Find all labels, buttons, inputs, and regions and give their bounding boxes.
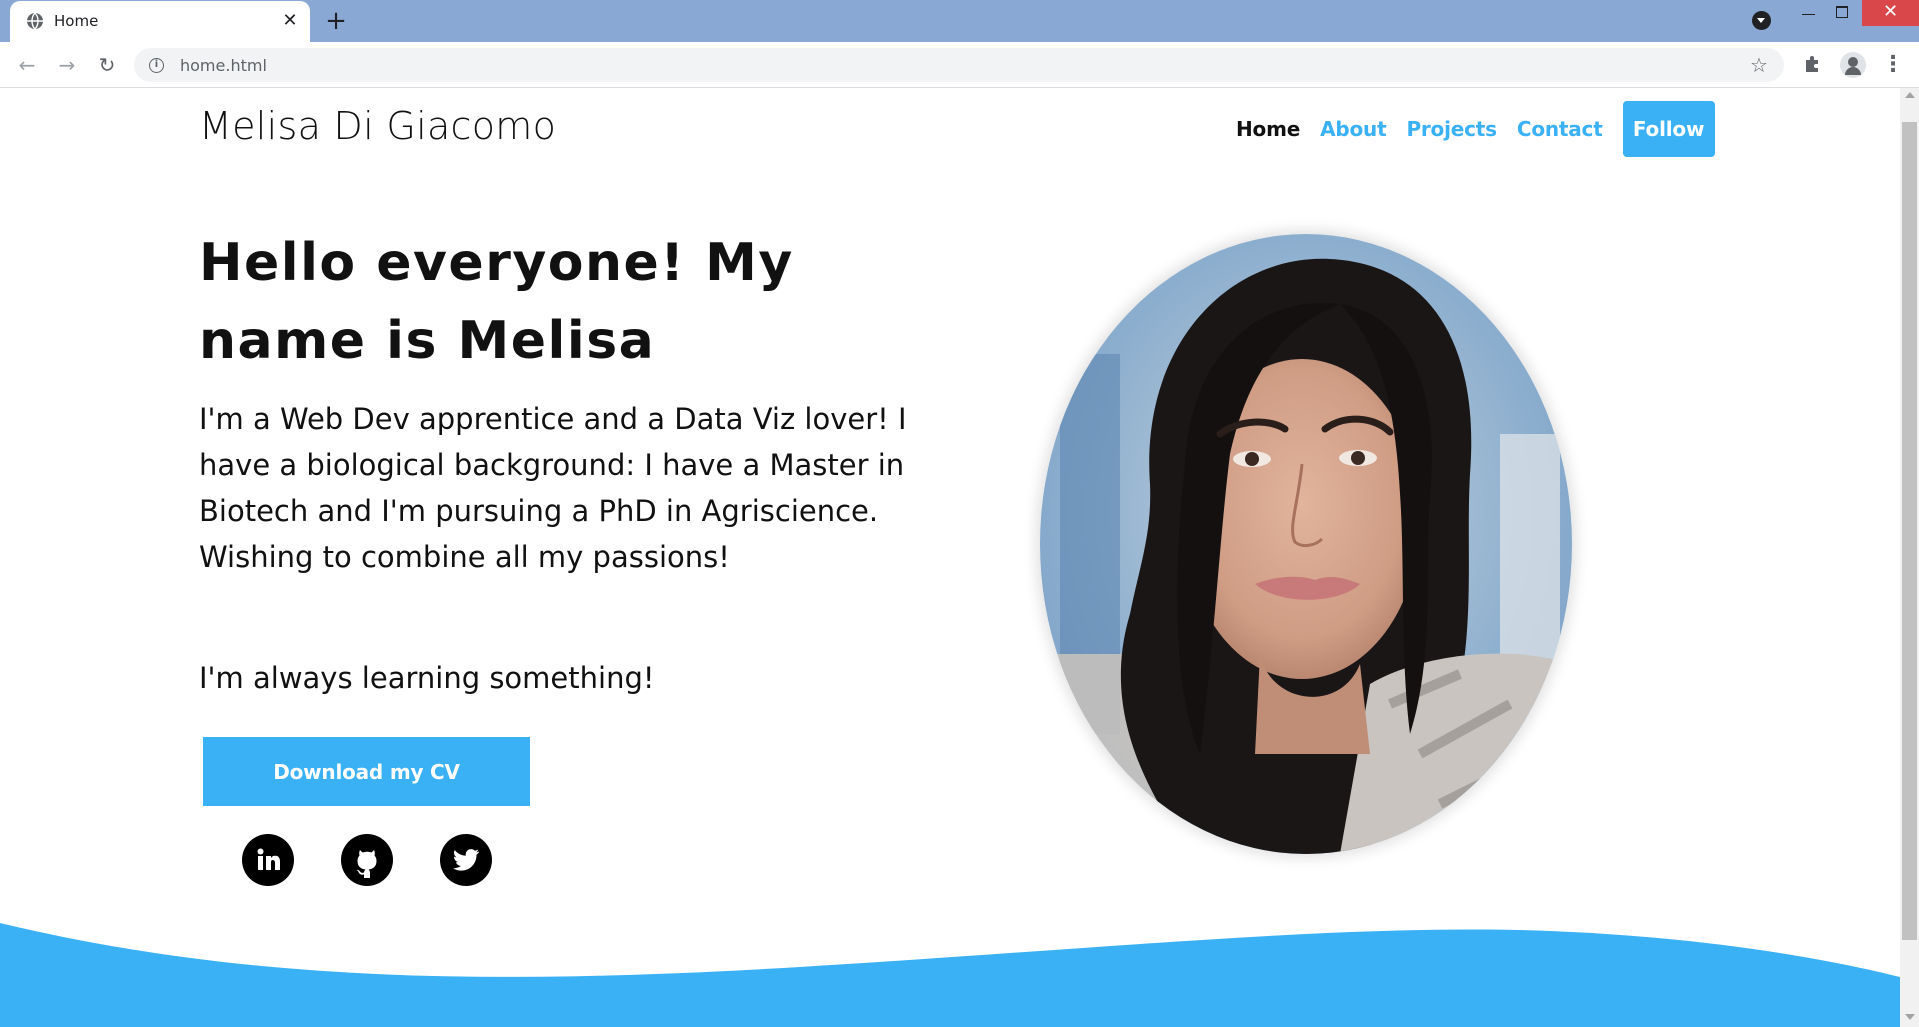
browser-tab-home[interactable]: Home ✕ — [10, 1, 310, 42]
scroll-up-arrow-icon[interactable] — [1905, 92, 1915, 98]
reload-icon[interactable]: ↻ — [94, 52, 120, 78]
hero-intro-text: I'm a Web Dev apprentice and a Data Viz … — [199, 402, 907, 574]
new-tab-button[interactable]: + — [322, 8, 350, 36]
nav-link-contact[interactable]: Contact — [1517, 117, 1603, 141]
github-icon[interactable] — [341, 834, 393, 886]
browser-tab-bar: Home ✕ + ✕ — [0, 0, 1919, 42]
linkedin-icon[interactable] — [242, 834, 294, 886]
extensions-puzzle-icon[interactable] — [1800, 51, 1826, 77]
info-icon[interactable]: i — [149, 58, 164, 73]
url-text[interactable]: home.html — [180, 56, 267, 75]
bookmark-star-icon[interactable]: ☆ — [1750, 53, 1768, 77]
forward-arrow-icon[interactable]: → — [54, 52, 80, 78]
browser-toolbar: ← → ↻ i home.html ☆ ⋮ — [0, 42, 1919, 88]
scrollbar-thumb[interactable] — [1902, 122, 1917, 940]
hero-subtext: I'm always learning something! — [199, 661, 655, 695]
back-arrow-icon[interactable]: ← — [14, 52, 40, 78]
tab-title: Home — [54, 12, 99, 30]
kebab-menu-icon[interactable]: ⋮ — [1880, 52, 1906, 78]
footer-wave — [0, 923, 1900, 1027]
globe-icon — [27, 12, 43, 30]
site-brand[interactable]: Melisa Di Giacomo — [199, 104, 556, 148]
site-navigation: Home About Projects Contact Follow — [1226, 101, 1715, 157]
account-avatar-icon[interactable] — [1840, 52, 1866, 78]
maximize-button[interactable] — [1818, 0, 1864, 26]
profile-photo — [1040, 234, 1572, 854]
vertical-scrollbar[interactable] — [1900, 88, 1919, 1027]
download-cv-button[interactable]: Download my CV — [203, 737, 530, 806]
close-tab-icon[interactable]: ✕ — [280, 11, 300, 31]
nav-link-home[interactable]: Home — [1236, 117, 1300, 141]
follow-button[interactable]: Follow — [1622, 101, 1715, 157]
hero-title: Hello everyone! My name is Melisa — [199, 233, 794, 371]
page-viewport: Melisa Di Giacomo Home About Projects Co… — [0, 88, 1919, 1027]
nav-link-about[interactable]: About — [1320, 117, 1387, 141]
nav-link-projects[interactable]: Projects — [1406, 117, 1497, 141]
window-close-button[interactable]: ✕ — [1862, 0, 1919, 26]
tab-search-icon[interactable] — [1752, 11, 1771, 30]
scroll-down-arrow-icon[interactable] — [1905, 1014, 1915, 1020]
twitter-icon[interactable] — [440, 834, 492, 886]
address-bar[interactable]: i home.html ☆ — [134, 48, 1784, 82]
